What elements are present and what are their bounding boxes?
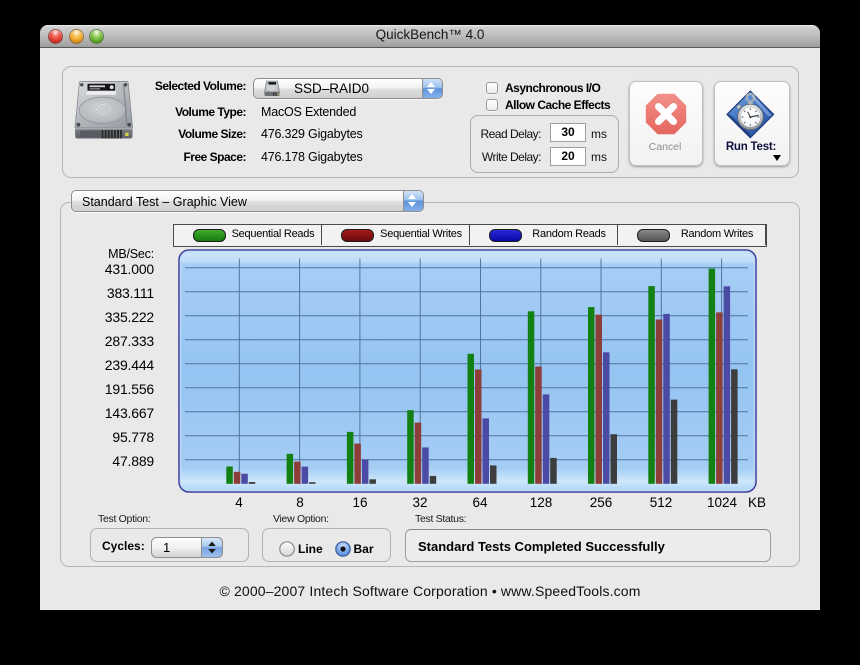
svg-text:1: 1 <box>163 540 170 555</box>
